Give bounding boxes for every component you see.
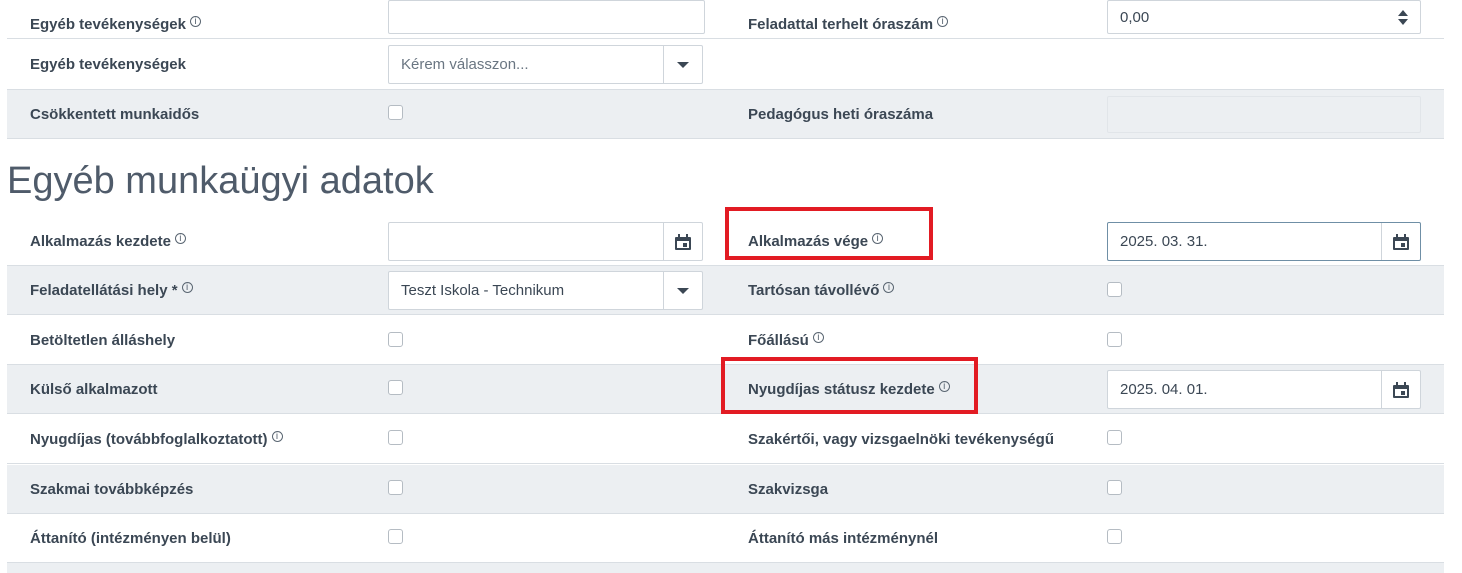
field-label: Alkalmazás kezdete i	[30, 217, 186, 265]
field-label: Külső alkalmazott	[30, 380, 158, 398]
foallasu-checkbox[interactable]	[1107, 332, 1122, 347]
attanito-mas-intezmenynel-checkbox[interactable]	[1107, 529, 1122, 544]
section-title: Egyéb munkaügyi adatok	[7, 160, 434, 202]
tartosan-tavollevo-checkbox[interactable]	[1107, 282, 1122, 297]
form-row-attanito: Áttanító (intézményen belül) Áttanító má…	[7, 514, 1444, 563]
field-label: Szakmai továbbképzés	[30, 480, 194, 498]
egyeb-tevekenysegek-select[interactable]: Kérem válasszon...	[388, 45, 703, 84]
alkalmazas-vege-datepicker[interactable]: 2025. 03. 31.	[1107, 222, 1421, 261]
field-label: Csökkentett munkaidős	[30, 105, 200, 123]
chevron-down-icon[interactable]	[663, 46, 702, 83]
field-label: Nyugdíjas (továbbfoglalkoztatott) i	[30, 415, 283, 463]
info-icon[interactable]: i	[883, 281, 895, 293]
form-row-egyeb-tevekenysegek-2: Egyéb tevékenységek Kérem válasszon...	[7, 40, 1444, 90]
szakvizsga-checkbox[interactable]	[1107, 480, 1122, 495]
nyugdijas-statusz-kezdete-datepicker[interactable]: 2025. 04. 01.	[1107, 370, 1421, 409]
field-label: Szakvizsga	[748, 480, 829, 498]
egyeb-tevekenysegek-input[interactable]	[388, 0, 705, 34]
calendar-icon[interactable]	[663, 223, 702, 260]
info-icon[interactable]: i	[189, 15, 201, 27]
nyugdijas-checkbox[interactable]	[388, 430, 403, 445]
kulso-alkalmazott-checkbox[interactable]	[388, 380, 403, 395]
pedagogus-heti-oraszama-input	[1107, 96, 1421, 133]
form-row-egyeb-tevekenysegek-1: Egyéb tevékenységek i Feladattal terhelt …	[7, 0, 1444, 39]
form-row-next	[7, 563, 1444, 573]
form-row-csokkentett-munkaidos: Csökkentett munkaidős Pedagógus heti óra…	[7, 90, 1444, 139]
szakertoi-checkbox[interactable]	[1107, 430, 1122, 445]
field-label: Tartósan távollévő i	[748, 266, 895, 314]
info-icon[interactable]: i	[271, 430, 283, 442]
calendar-icon[interactable]	[1381, 223, 1420, 260]
field-label: Betöltetlen álláshely	[30, 331, 176, 349]
csokkentett-munkaidos-checkbox[interactable]	[388, 105, 403, 120]
feladattal-terhelt-oraszam-input[interactable]: 0,00	[1107, 0, 1421, 34]
info-icon[interactable]: i	[174, 232, 186, 244]
highlight-box-nyugdijas-statusz	[721, 357, 978, 414]
spinner-icon[interactable]	[1398, 1, 1408, 33]
field-label: Pedagógus heti óraszáma	[748, 105, 934, 123]
chevron-down-icon[interactable]	[663, 272, 702, 309]
form-row-feladatellatasi-hely: Feladatellátási hely * i Teszt Iskola - T…	[7, 266, 1444, 315]
attanito-intezmenyen-belul-checkbox[interactable]	[388, 529, 403, 544]
betoltetlen-allashely-checkbox[interactable]	[388, 332, 403, 347]
field-label: Egyéb tevékenységek	[30, 56, 186, 73]
info-icon[interactable]: i	[812, 331, 824, 343]
calendar-icon[interactable]	[1381, 371, 1420, 408]
info-icon[interactable]: i	[181, 281, 193, 293]
info-icon[interactable]: i	[937, 15, 949, 27]
field-label: Áttanító (intézményen belül)	[30, 529, 231, 547]
field-label: Feladatellátási hely * i	[30, 266, 193, 314]
feladatellatasi-hely-select[interactable]: Teszt Iskola - Technikum	[388, 271, 703, 310]
alkalmazas-kezdete-datepicker[interactable]	[388, 222, 703, 261]
highlight-box-alkalmazas-vege	[725, 207, 933, 260]
form-row-nyugdijas: Nyugdíjas (továbbfoglalkoztatott) i Szaké…	[7, 415, 1444, 464]
field-label: Áttanító más intézménynél	[748, 529, 939, 547]
field-label: Szakértői, vagy vizsgaelnöki tevékenység…	[748, 430, 1054, 448]
form-row-szakmai-tovabbkepzes: Szakmai továbbképzés Szakvizsga	[7, 465, 1444, 514]
szakmai-tovabbkepzes-checkbox[interactable]	[388, 480, 403, 495]
